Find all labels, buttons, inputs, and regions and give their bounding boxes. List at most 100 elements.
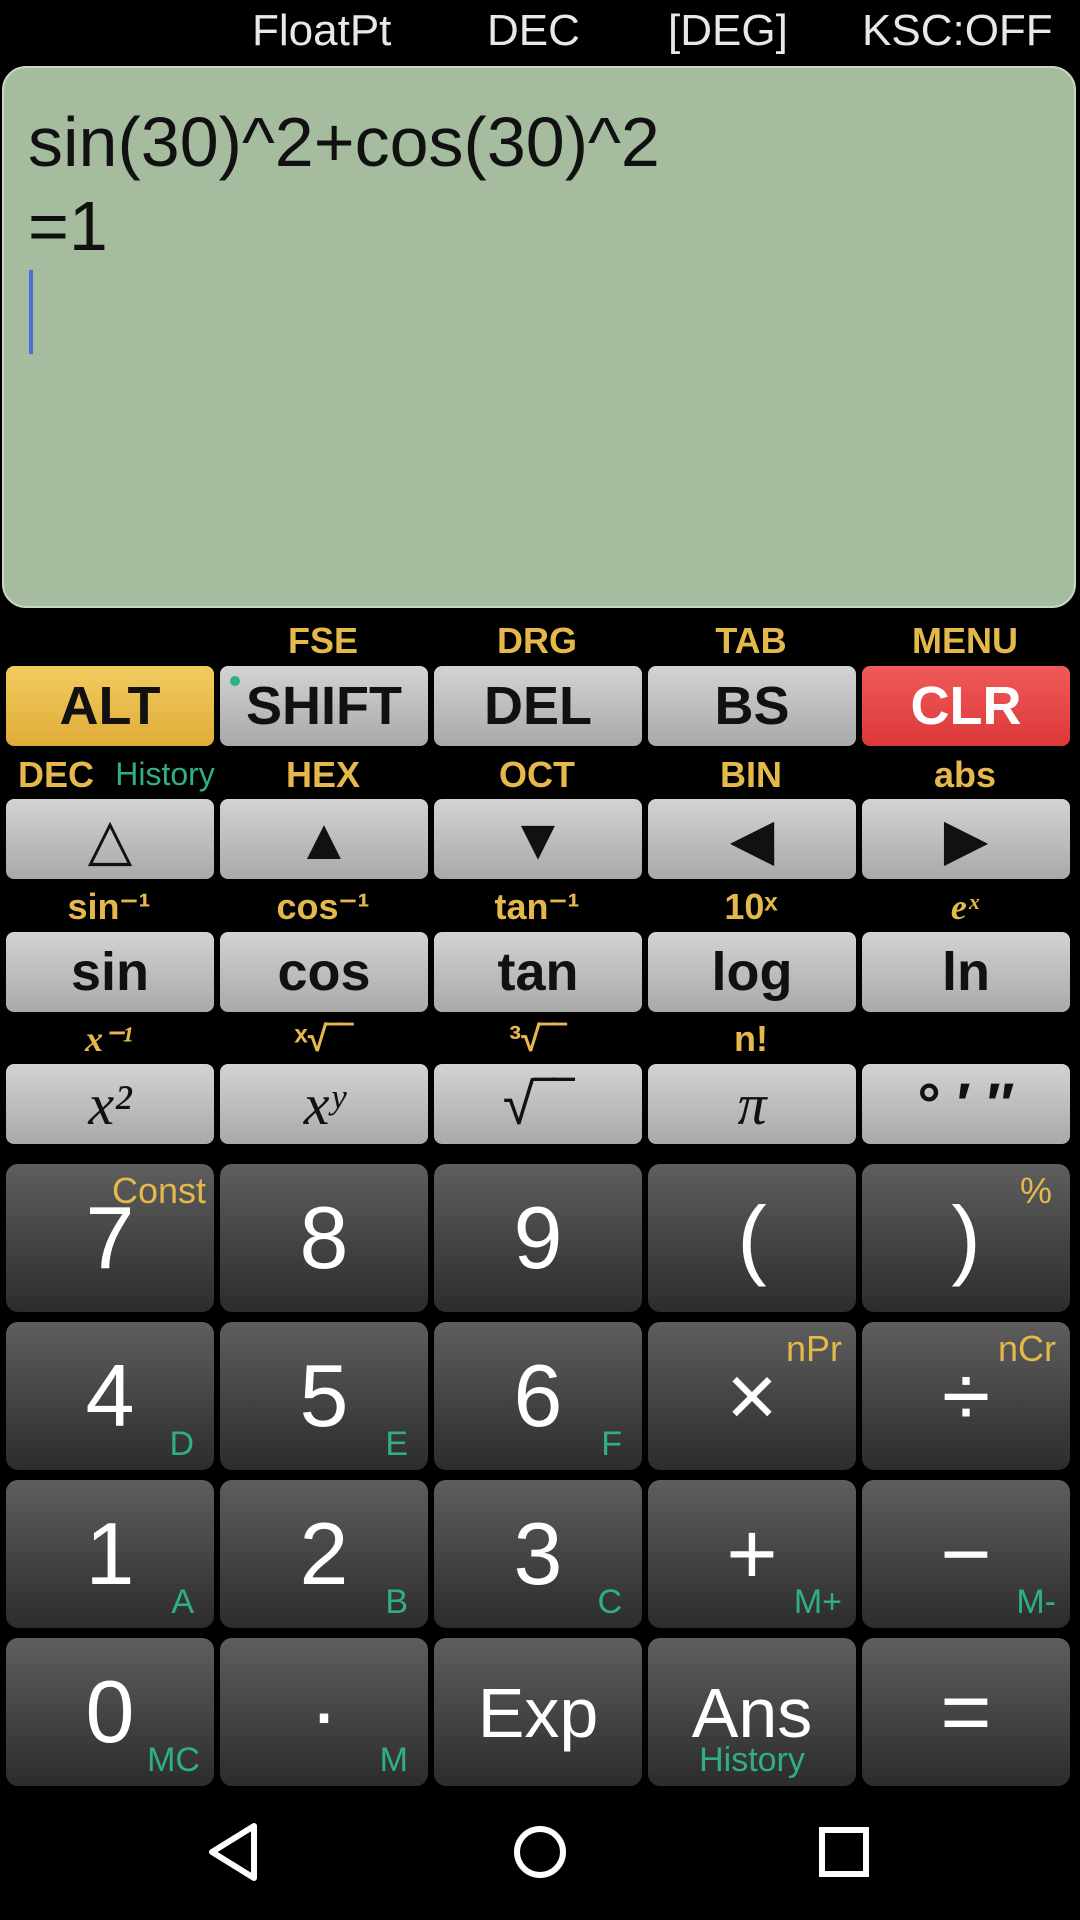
power-button[interactable]: xʸ — [220, 1064, 428, 1144]
dms-label: ° ′ ″ — [917, 1071, 1015, 1137]
calculator-display[interactable]: sin(30)^2+cos(30)^2 =1 — [2, 66, 1076, 608]
key-7[interactable]: 7 Const — [6, 1164, 214, 1312]
cos-button[interactable]: cos — [220, 932, 428, 1012]
home-button[interactable] — [500, 1816, 580, 1888]
cursor-right-button[interactable]: ▶ — [862, 799, 1070, 879]
power-label: xʸ — [303, 1071, 345, 1137]
recents-button[interactable] — [804, 1816, 884, 1888]
sin-button[interactable]: sin — [6, 932, 214, 1012]
hex-f-label: F — [601, 1425, 622, 1463]
backspace-button[interactable]: BS — [648, 666, 856, 746]
multiply-key[interactable]: × nPr — [648, 1322, 856, 1470]
xroot-label: ˣ√‾‾ — [294, 1018, 352, 1059]
right-paren-key[interactable]: ) % — [862, 1164, 1070, 1312]
oct-label: OCT — [499, 754, 575, 795]
hex-d-label: D — [169, 1425, 194, 1463]
plus-key[interactable]: + M+ — [648, 1480, 856, 1628]
square-label: x² — [88, 1071, 132, 1137]
pow10-label: 10ˣ — [724, 886, 778, 927]
decimal-point-key[interactable]: · M — [220, 1638, 428, 1786]
key-5[interactable]: 5 E — [220, 1322, 428, 1470]
alt-button[interactable]: ALT — [6, 666, 214, 746]
cube-root-label: ³√‾‾ — [509, 1018, 565, 1059]
back-button[interactable] — [196, 1816, 276, 1888]
cursor-left-button[interactable]: ◀ — [648, 799, 856, 879]
key-0[interactable]: 0 MC — [6, 1638, 214, 1786]
memory-minus-label: M- — [1016, 1583, 1056, 1621]
sqrt-button[interactable]: √‾‾ — [434, 1064, 642, 1144]
cursor-down-button[interactable]: ▼ — [434, 799, 642, 879]
key-7-const: Const — [111, 1170, 206, 1211]
history-label: History — [115, 756, 215, 792]
navigation-bar — [0, 1786, 1080, 1920]
hex-c-label: C — [597, 1583, 622, 1621]
ans-history-label: History — [699, 1741, 805, 1779]
key-3[interactable]: 3 C — [434, 1480, 642, 1628]
hex-e-label: E — [385, 1425, 408, 1463]
memory-recall-label: M — [379, 1741, 408, 1779]
arrow-right-icon: ▶ — [943, 807, 989, 872]
key-4[interactable]: 4 D — [6, 1322, 214, 1470]
recents-icon — [819, 1827, 869, 1877]
exp-label: eˣ — [950, 887, 980, 927]
triangle-outline-icon: △ — [87, 807, 133, 872]
expression-line: sin(30)^2+cos(30)^2 — [28, 103, 660, 181]
angle-mode-indicator: [DEG] — [668, 6, 788, 55]
minus-key[interactable]: − M- — [862, 1480, 1070, 1628]
left-paren-key[interactable]: ( — [648, 1164, 856, 1312]
log-button[interactable]: log — [648, 932, 856, 1012]
arrow-up-icon: ▲ — [295, 806, 353, 872]
abs-label: abs — [933, 754, 997, 795]
text-cursor — [29, 270, 33, 354]
percent-label: % — [1019, 1170, 1052, 1211]
ans-main: Ans — [691, 1674, 813, 1752]
tan-button[interactable]: tan — [434, 932, 642, 1012]
triangle-outline-button[interactable]: △ — [6, 799, 214, 879]
bin-label: BIN — [720, 754, 782, 795]
inverse-label: x⁻¹ — [85, 1019, 133, 1059]
pi-label: π — [737, 1071, 767, 1137]
key-8[interactable]: 8 — [220, 1164, 428, 1312]
factorial-label: n! — [734, 1018, 768, 1059]
menu-label: MENU — [912, 620, 1018, 661]
key-9[interactable]: 9 — [434, 1164, 642, 1312]
arrow-down-icon: ▼ — [509, 806, 567, 872]
dms-button[interactable]: ° ′ ″ — [862, 1064, 1070, 1144]
atan-label: tan⁻¹ — [494, 886, 580, 927]
npr-label: nPr — [785, 1328, 842, 1369]
key-1[interactable]: 1 A — [6, 1480, 214, 1628]
result-line: =1 — [28, 187, 108, 265]
cursor-up-button[interactable]: ▲ — [220, 799, 428, 879]
del-button[interactable]: DEL — [434, 666, 642, 746]
tab-label: TAB — [715, 620, 787, 661]
memory-clear-label: MC — [147, 1741, 200, 1779]
home-icon — [514, 1826, 566, 1878]
shift-indicator-dot — [230, 676, 240, 686]
hex-label: HEX — [285, 754, 361, 795]
pi-button[interactable]: π — [648, 1064, 856, 1144]
key-6[interactable]: 6 F — [434, 1322, 642, 1470]
ncr-label: nCr — [997, 1328, 1056, 1369]
exp-main: Exp — [477, 1674, 599, 1752]
key-8-main: 8 — [299, 1188, 349, 1287]
equals-main: = — [940, 1662, 992, 1761]
exp-key[interactable]: Exp — [434, 1638, 642, 1786]
divide-key[interactable]: ÷ nCr — [862, 1322, 1070, 1470]
dec-label: DEC — [17, 754, 94, 795]
shift-label: SHIFT — [246, 676, 402, 736]
key-9-main: 9 — [513, 1188, 563, 1287]
ans-key[interactable]: Ans History — [648, 1638, 856, 1786]
status-bar: FloatPt DEC [DEG] KSC:OFF — [0, 0, 1080, 66]
key-2[interactable]: 2 B — [220, 1480, 428, 1628]
ln-button[interactable]: ln — [862, 932, 1070, 1012]
shift-button[interactable]: SHIFT — [220, 666, 428, 746]
equals-key[interactable]: = — [862, 1638, 1070, 1786]
hex-a-label: A — [171, 1583, 194, 1621]
hex-b-label: B — [385, 1583, 408, 1621]
drg-label: DRG — [497, 620, 577, 661]
square-button[interactable]: x² — [6, 1064, 214, 1144]
acos-label: cos⁻¹ — [276, 886, 370, 927]
memory-plus-label: M+ — [793, 1583, 842, 1621]
clear-button[interactable]: CLR — [862, 666, 1070, 746]
float-mode-indicator: FloatPt — [252, 6, 392, 55]
